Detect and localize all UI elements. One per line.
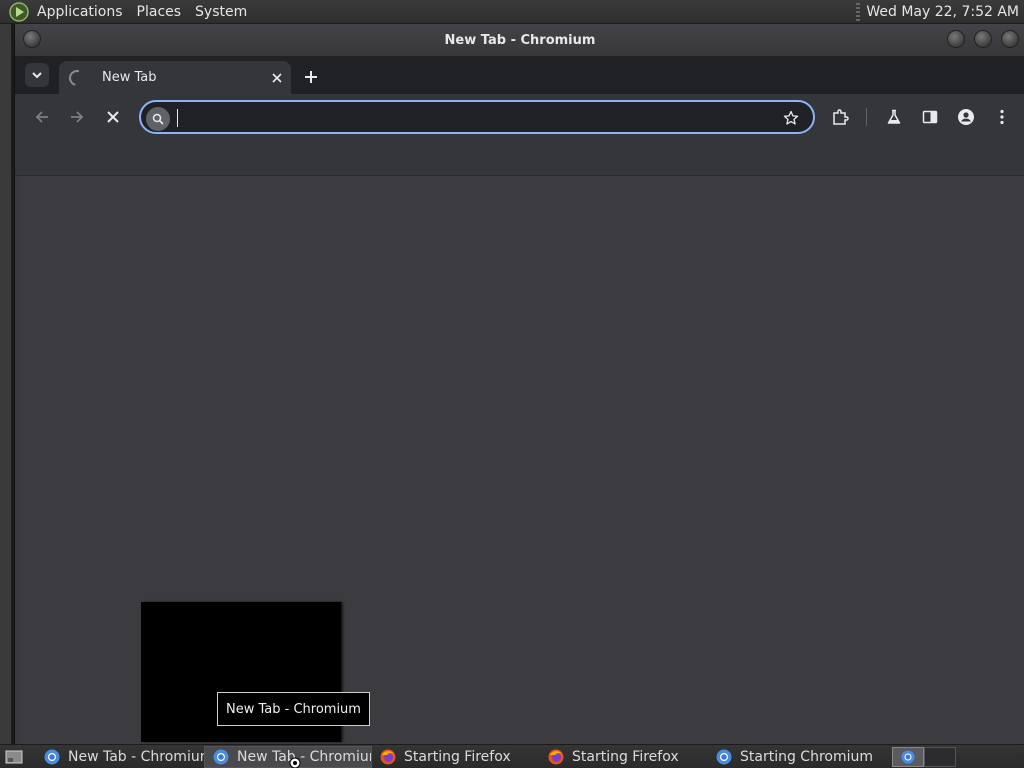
workspace-switcher-1[interactable]	[892, 746, 924, 767]
minimize-button[interactable]	[947, 30, 965, 48]
places-menu[interactable]: Places	[130, 0, 189, 24]
text-caret	[177, 109, 178, 127]
tab-search-button[interactable]	[25, 63, 49, 87]
side-panel-button[interactable]	[916, 103, 944, 131]
maximize-button[interactable]	[974, 30, 992, 48]
task-label: New Tab - Chromium	[237, 748, 372, 765]
arrow-right-icon	[71, 111, 84, 123]
tab-title: New Tab	[102, 70, 157, 85]
star-icon	[783, 110, 799, 125]
taskbar-item-chromium-starting[interactable]: Starting Chromium	[708, 746, 876, 768]
search-icon	[146, 107, 170, 131]
firefox-icon	[548, 749, 564, 764]
top-panel: Applications Places System Wed May 22, 7…	[0, 0, 1024, 24]
panel-grip[interactable]	[856, 2, 861, 21]
profile-button[interactable]	[952, 103, 980, 131]
task-label: Starting Chromium	[740, 748, 873, 765]
taskbar-tooltip: New Tab - Chromium	[217, 692, 370, 726]
bookmark-star-button[interactable]	[781, 108, 801, 128]
chrome-labs-button[interactable]	[880, 103, 908, 131]
chromium-icon	[901, 749, 915, 764]
desktop-left-edge	[0, 24, 14, 744]
bottom-taskbar: New Tab - Chromium New Tab - Chromium St…	[0, 744, 1024, 768]
mouse-cursor-icon	[289, 757, 301, 768]
tab-strip: New Tab	[15, 56, 1024, 94]
gnome-menu-logo-icon[interactable]	[8, 1, 30, 23]
browser-menu-button[interactable]	[988, 103, 1016, 131]
loading-spinner-icon	[66, 66, 88, 89]
show-desktop-button[interactable]	[2, 746, 26, 768]
arrow-left-icon	[35, 111, 48, 123]
side-panel-icon	[922, 110, 938, 124]
chromium-icon	[44, 749, 60, 764]
workspace-switcher-2[interactable]	[924, 746, 956, 767]
taskbar-item-chromium-active[interactable]: New Tab - Chromium	[204, 745, 372, 768]
tab-new-tab[interactable]: New Tab	[59, 61, 291, 94]
toolbar-separator	[866, 108, 867, 126]
stop-loading-button[interactable]	[99, 103, 127, 131]
close-icon	[272, 72, 282, 83]
task-label: Starting Firefox	[572, 748, 679, 765]
chromium-window: New Tab - Chromium New Tab New Tab - Chr…	[14, 24, 1024, 744]
browser-toolbar	[15, 94, 1024, 140]
system-menu[interactable]: System	[188, 0, 254, 24]
clock[interactable]: Wed May 22, 7:52 AM	[866, 4, 1024, 20]
close-icon	[107, 111, 119, 123]
window-titlebar[interactable]: New Tab - Chromium	[15, 24, 1024, 56]
chevron-down-icon	[32, 72, 42, 79]
page-content[interactable]: New Tab - Chromium	[19, 176, 1024, 744]
kebab-menu-icon	[1000, 109, 1004, 125]
new-tab-button[interactable]	[299, 65, 323, 89]
taskbar-item-firefox[interactable]: Starting Firefox	[372, 746, 540, 768]
forward-button[interactable]	[63, 103, 91, 131]
firefox-icon	[380, 749, 396, 764]
window-close-button[interactable]	[1001, 30, 1019, 48]
window-title: New Tab - Chromium	[444, 32, 596, 48]
applications-menu[interactable]: Applications	[30, 0, 130, 24]
back-button[interactable]	[28, 103, 56, 131]
chromium-icon	[213, 749, 229, 764]
tab-close-button[interactable]	[267, 68, 287, 88]
omnibox[interactable]	[139, 100, 815, 134]
plus-icon	[305, 71, 317, 83]
taskbar-item-chromium[interactable]: New Tab - Chromium	[36, 746, 204, 768]
show-desktop-icon	[5, 750, 23, 763]
task-label: Starting Firefox	[404, 748, 511, 765]
bookmarks-bar	[15, 140, 1024, 176]
flask-icon	[887, 109, 901, 124]
person-icon	[958, 109, 974, 125]
task-label: New Tab - Chromium	[68, 748, 204, 765]
window-menu-button[interactable]	[23, 30, 41, 48]
puzzle-icon	[833, 109, 849, 125]
address-input[interactable]	[177, 107, 767, 127]
extensions-button[interactable]	[826, 103, 854, 131]
chromium-icon	[716, 749, 732, 764]
taskbar-item-firefox[interactable]: Starting Firefox	[540, 746, 708, 768]
